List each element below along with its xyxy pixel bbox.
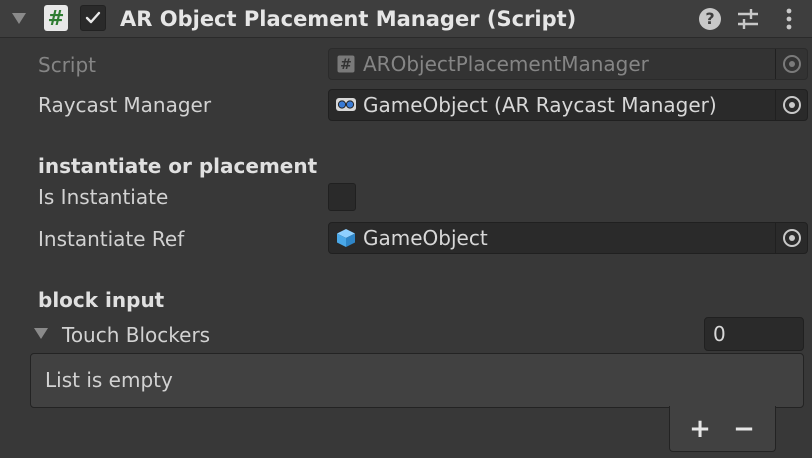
list-size-value: 0 [713,322,726,346]
script-asset-icon: # [337,55,355,73]
section-header-block-input: block input [38,288,165,312]
list-empty-text: List is empty [45,368,173,392]
script-value: ARObjectPlacementManager [363,52,649,76]
prefab-cube-icon [337,229,355,247]
raycast-manager-label: Raycast Manager [38,93,212,117]
presets-icon[interactable] [736,7,760,35]
help-icon[interactable]: ? [699,8,721,30]
section-header-instantiate: instantiate or placement [38,154,318,178]
touch-blockers-list: List is empty [30,353,804,408]
list-foldout-arrow-icon[interactable] [34,328,48,339]
add-element-button[interactable]: + [682,414,718,444]
object-picker-icon [775,49,807,79]
script-field: # ARObjectPlacementManager [328,48,808,80]
instantiate-ref-value: GameObject [363,226,488,250]
checkmark-icon [85,11,101,24]
touch-blockers-label[interactable]: Touch Blockers [62,321,210,349]
foldout-arrow-icon[interactable] [12,13,26,24]
component-title: AR Object Placement Manager (Script) [120,7,577,31]
raycast-manager-value: GameObject (AR Raycast Manager) [363,93,717,117]
instantiate-ref-field[interactable]: GameObject [328,222,808,254]
list-size-field[interactable]: 0 [704,317,804,351]
script-icon: # [44,5,68,31]
object-picker-icon[interactable] [775,90,807,120]
remove-element-button[interactable]: − [726,414,762,444]
object-picker-icon[interactable] [775,223,807,253]
is-instantiate-checkbox[interactable] [328,183,356,211]
instantiate-ref-label: Instantiate Ref [38,227,185,251]
script-label: Script [38,53,97,77]
svg-text:#: # [340,57,352,73]
kebab-menu-icon[interactable] [784,7,794,35]
is-instantiate-label: Is Instantiate [38,185,169,209]
raycast-manager-field[interactable]: GameObject (AR Raycast Manager) [328,89,808,121]
component-enabled-checkbox[interactable] [80,5,106,31]
ar-raycast-manager-icon [336,96,356,114]
list-footer: + − [669,406,776,452]
